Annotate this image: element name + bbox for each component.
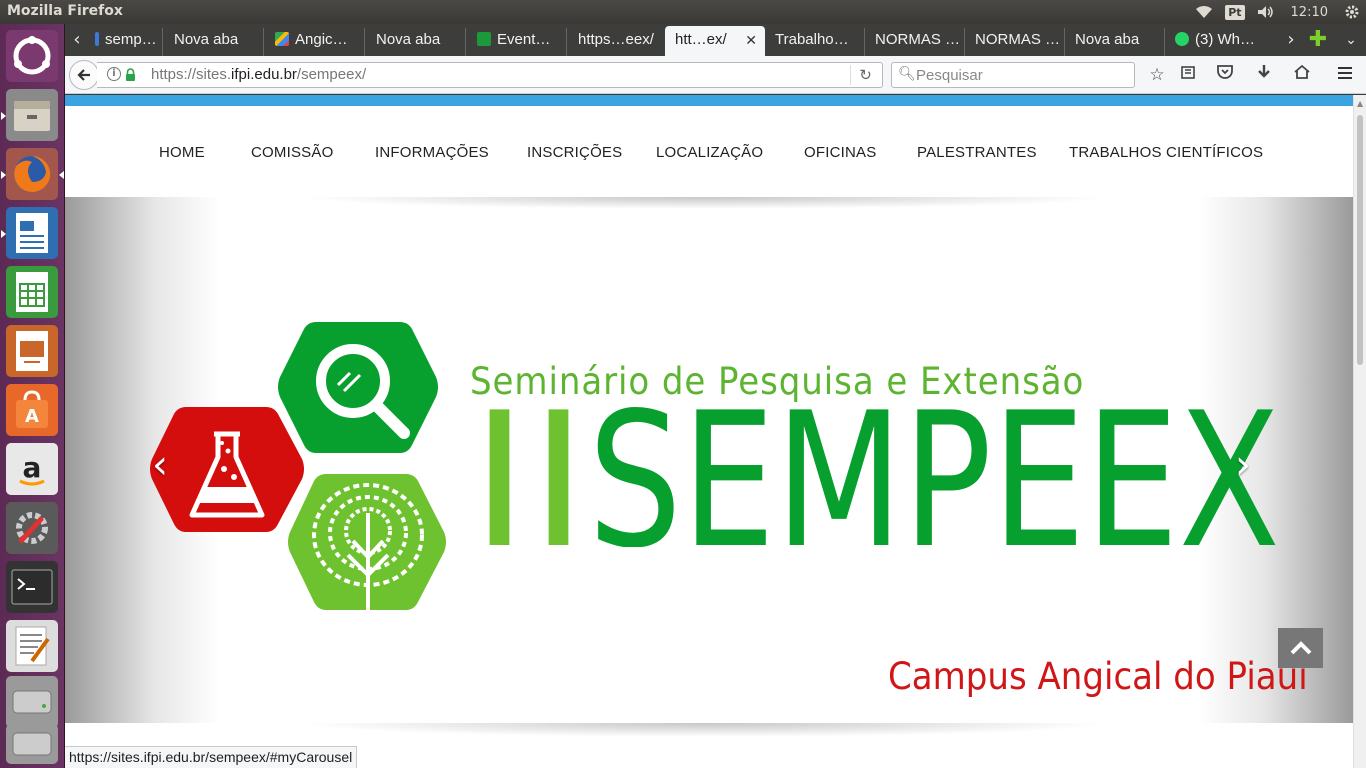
drive-2-icon[interactable] bbox=[6, 724, 58, 764]
tab[interactable]: Trabalho… bbox=[765, 28, 865, 56]
search-placeholder: Pesquisar bbox=[916, 67, 983, 84]
search-icon: 🔍︎ bbox=[898, 66, 916, 82]
banner-subtitle: Seminário de Pesquisa e Extensão bbox=[470, 360, 1085, 403]
library-icon bbox=[1181, 66, 1195, 79]
tab[interactable]: semp… bbox=[85, 28, 163, 56]
scrollbar-thumb[interactable] bbox=[1357, 115, 1363, 365]
svg-text:A: A bbox=[25, 406, 39, 427]
search-bar[interactable]: 🔍︎ Pesquisar bbox=[891, 62, 1135, 88]
carousel-shadow bbox=[295, 723, 1115, 737]
scroll-up-icon[interactable]: ▲ bbox=[1357, 99, 1363, 108]
top-panel: Mozilla Firefox Pt 12:10 bbox=[0, 0, 1366, 24]
download-icon bbox=[1258, 65, 1270, 78]
keyboard-layout-indicator[interactable]: Pt bbox=[1219, 0, 1250, 24]
vertical-scrollbar[interactable]: ▲ bbox=[1353, 95, 1366, 768]
arrow-left-icon bbox=[77, 69, 90, 81]
menu-item-localizacao[interactable]: LOCALIZAÇÃO bbox=[656, 144, 763, 161]
firefox-icon[interactable] bbox=[1, 148, 64, 200]
libreoffice-calc-icon[interactable] bbox=[6, 266, 58, 318]
back-button[interactable] bbox=[69, 60, 99, 90]
downloads-button[interactable] bbox=[1252, 64, 1276, 86]
tab-scroll-left-button[interactable]: ‹ bbox=[67, 28, 87, 52]
site-menu: HOME COMISSÃO INFORMAÇÕES INSCRIÇÕES LOC… bbox=[65, 106, 1353, 197]
tab[interactable]: Nova aba bbox=[1065, 28, 1165, 56]
brazil-flag-icon bbox=[477, 32, 491, 46]
hamburger-icon bbox=[1338, 67, 1352, 79]
unity-launcher: A a bbox=[0, 24, 65, 768]
navigation-bar: i https://sites.ifpi.edu.br/sempeex/ ↻ 🔍… bbox=[65, 56, 1366, 94]
favicon-icon bbox=[95, 32, 99, 46]
tab[interactable]: Event… bbox=[467, 28, 567, 56]
menu-item-palestrantes[interactable]: PALESTRANTES bbox=[917, 144, 1037, 161]
menu-item-oficinas[interactable]: OFICINAS bbox=[804, 144, 876, 161]
banner-campus: Campus Angical do Piauí bbox=[888, 655, 1308, 698]
carousel-next-button[interactable]: › bbox=[1228, 445, 1258, 485]
wifi-icon[interactable] bbox=[1189, 0, 1219, 24]
amazon-icon[interactable]: a bbox=[6, 443, 58, 495]
system-tray: Pt 12:10 bbox=[1189, 0, 1366, 24]
reload-button[interactable]: ↻ bbox=[850, 65, 880, 85]
tab-scroll-right-button[interactable]: › bbox=[1281, 28, 1301, 52]
chevron-up-icon bbox=[1290, 641, 1311, 655]
tab[interactable]: NORMAS … bbox=[965, 28, 1065, 56]
files-icon[interactable] bbox=[1, 89, 58, 141]
info-icon[interactable]: i bbox=[107, 67, 121, 81]
whatsapp-icon bbox=[1175, 32, 1189, 46]
banner-title: II SEMPEEX bbox=[470, 402, 1280, 547]
url-text[interactable]: https://sites.ifpi.edu.br/sempeex/ bbox=[151, 66, 366, 83]
banner-title-main: SEMPEEX bbox=[588, 402, 1280, 547]
pocket-icon bbox=[1217, 65, 1233, 79]
menu-item-trabalhos-cientificos[interactable]: TRABALHOS CIENTÍFICOS bbox=[1069, 144, 1263, 161]
back-to-top-button[interactable] bbox=[1278, 628, 1323, 668]
new-tab-button[interactable]: ✚ bbox=[1308, 28, 1328, 52]
page-content: HOME COMISSÃO INFORMAÇÕES INSCRIÇÕES LOC… bbox=[65, 95, 1353, 768]
banner-title-roman: II bbox=[470, 402, 588, 547]
menu-item-informacoes[interactable]: INFORMAÇÕES bbox=[375, 144, 489, 161]
libreoffice-writer-icon[interactable] bbox=[1, 207, 58, 259]
tab-bar: ‹ semp… Nova aba Angic… Nova aba Event… … bbox=[65, 24, 1366, 56]
menu-item-home[interactable]: HOME bbox=[159, 144, 205, 161]
home-button[interactable] bbox=[1290, 64, 1314, 86]
sempeex-logo-emblem bbox=[150, 322, 446, 617]
menu-button[interactable] bbox=[1333, 64, 1357, 86]
reading-list-button[interactable] bbox=[1176, 64, 1200, 86]
svg-text:a: a bbox=[23, 451, 42, 484]
menu-shadow bbox=[295, 197, 1115, 209]
carousel: Seminário de Pesquisa e Extensão II SEMP… bbox=[65, 197, 1353, 723]
drive-icon[interactable] bbox=[6, 676, 58, 728]
home-icon bbox=[1294, 64, 1310, 79]
system-settings-icon[interactable] bbox=[6, 502, 58, 554]
tab[interactable]: Nova aba bbox=[164, 28, 264, 56]
tab[interactable]: https…eex/ bbox=[568, 28, 668, 56]
software-center-icon[interactable]: A bbox=[6, 384, 58, 436]
tab[interactable]: NORMAS … bbox=[865, 28, 965, 56]
header-strip bbox=[65, 95, 1353, 106]
carousel-prev-button[interactable]: ‹ bbox=[145, 445, 175, 485]
magnifier-hexagon bbox=[278, 322, 438, 453]
status-bar: https://sites.ifpi.edu.br/sempeex/#myCar… bbox=[65, 746, 358, 768]
tab-list-button[interactable]: ⌄ bbox=[1341, 28, 1361, 52]
pocket-button[interactable] bbox=[1213, 64, 1237, 86]
tab-active[interactable]: htt…ex/✕ bbox=[665, 26, 765, 56]
tab[interactable]: Nova aba bbox=[366, 28, 466, 56]
terminal-icon[interactable] bbox=[6, 561, 58, 613]
bookmark-star-button[interactable]: ☆ bbox=[1145, 64, 1169, 86]
menu-item-inscricoes[interactable]: INSCRIÇÕES bbox=[527, 144, 622, 161]
tab[interactable]: Angic… bbox=[265, 28, 365, 56]
tree-hexagon bbox=[288, 474, 446, 617]
menu-item-comissao[interactable]: COMISSÃO bbox=[251, 144, 333, 161]
close-icon[interactable]: ✕ bbox=[745, 26, 757, 54]
tab[interactable]: (3) Wh… bbox=[1165, 28, 1275, 56]
text-editor-icon[interactable] bbox=[6, 620, 58, 672]
lock-icon bbox=[126, 68, 135, 81]
ubuntu-dash-icon[interactable] bbox=[6, 30, 58, 82]
volume-icon[interactable] bbox=[1251, 0, 1281, 24]
gear-icon[interactable] bbox=[1338, 0, 1366, 24]
google-maps-icon bbox=[275, 32, 289, 46]
libreoffice-impress-icon[interactable] bbox=[6, 325, 58, 377]
app-title: Mozilla Firefox bbox=[7, 3, 123, 19]
url-bar[interactable]: i https://sites.ifpi.edu.br/sempeex/ ↻ bbox=[97, 62, 883, 88]
clock[interactable]: 12:10 bbox=[1281, 0, 1338, 24]
